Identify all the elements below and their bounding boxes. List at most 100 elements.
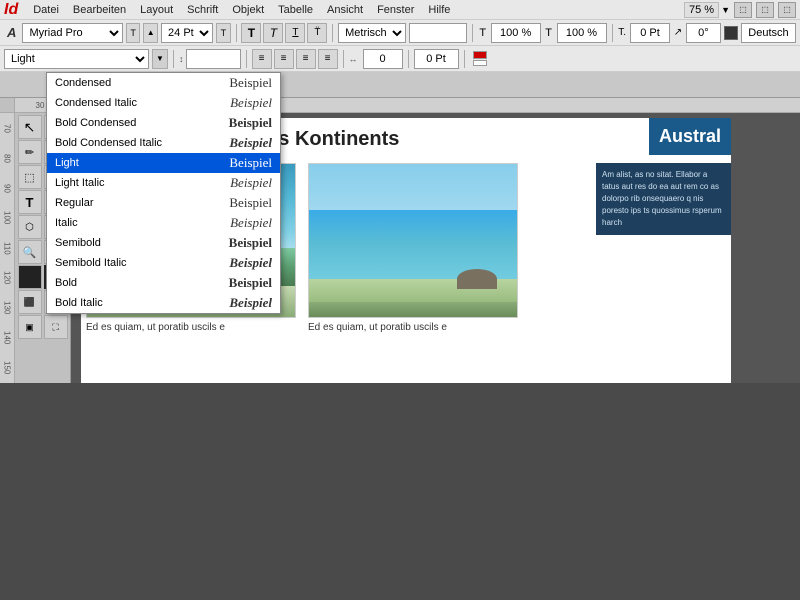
font-up-btn[interactable]: ▲ bbox=[143, 23, 158, 43]
text-style-group: T T T T̈ bbox=[241, 23, 327, 43]
spacing-group: ↔ bbox=[349, 49, 403, 69]
menu-layout[interactable]: Layout bbox=[133, 2, 180, 18]
font-item-condensed[interactable]: Condensed Beispiel bbox=[47, 73, 280, 93]
font-item-condensed-italic[interactable]: Condensed Italic Beispiel bbox=[47, 93, 280, 113]
ruler-v-tick-1: 70 bbox=[0, 113, 14, 143]
color-fill-btn[interactable] bbox=[470, 49, 490, 69]
sky-layer-2 bbox=[309, 164, 517, 210]
language-input[interactable] bbox=[741, 23, 796, 43]
tool-row-9: ▣ ⛶ bbox=[18, 315, 68, 339]
tracking-input[interactable] bbox=[363, 49, 403, 69]
align-center-btn[interactable]: ≡ bbox=[274, 49, 294, 69]
sep-row2-1 bbox=[173, 50, 174, 68]
spacing-icon: ↔ bbox=[349, 54, 361, 64]
angle-icon: ↗ bbox=[673, 23, 683, 43]
menu-hilfe[interactable]: Hilfe bbox=[421, 2, 457, 18]
separator-1 bbox=[236, 24, 237, 42]
menu-ansicht[interactable]: Ansicht bbox=[320, 2, 370, 18]
style-arrow-btn[interactable]: ▼ bbox=[152, 49, 168, 69]
size-row2-icon: ↕ bbox=[179, 54, 184, 64]
scale-t2-icon: T bbox=[544, 23, 554, 43]
menu-right-controls: 75 % ▼ ⬚ ⬚ ⬚ bbox=[684, 2, 796, 18]
ruler-v-tick-9: 150 bbox=[0, 353, 14, 383]
t-dot-icon: T. bbox=[617, 23, 627, 43]
tool-pen-btn[interactable]: ✏ bbox=[18, 140, 42, 164]
separator-4 bbox=[612, 24, 613, 42]
scale-percent2-input[interactable] bbox=[557, 23, 607, 43]
font-name-arrow[interactable]: T bbox=[126, 23, 141, 43]
tool-grad-btn[interactable]: ⬡ bbox=[18, 215, 42, 239]
font-item-italic[interactable]: Italic Beispiel bbox=[47, 213, 280, 233]
rock-shape bbox=[457, 269, 497, 289]
window-btn-2[interactable]: ⬚ bbox=[756, 2, 774, 18]
text-t2-btn[interactable]: T bbox=[263, 23, 283, 43]
tool-mode1-btn[interactable]: ⬛ bbox=[18, 290, 42, 314]
menu-tabelle[interactable]: Tabelle bbox=[271, 2, 320, 18]
separator-3 bbox=[472, 24, 473, 42]
text-block: Am alist, as no sitat. Ellabor a tatus a… bbox=[596, 163, 731, 235]
tool-zoom-btn[interactable]: 🔍 bbox=[18, 240, 42, 264]
zoom-arrow[interactable]: ▼ bbox=[721, 5, 730, 15]
size-value-input[interactable] bbox=[409, 23, 467, 43]
pt-value-input[interactable] bbox=[630, 23, 670, 43]
kerning-input[interactable] bbox=[414, 49, 459, 69]
color-swatch-btn[interactable] bbox=[724, 23, 738, 43]
zoom-control: 75 % ▼ bbox=[684, 2, 730, 18]
font-item-light[interactable]: Light Beispiel bbox=[47, 153, 280, 173]
align-right-btn[interactable]: ≡ bbox=[296, 49, 316, 69]
metric-select[interactable]: Metrisch bbox=[338, 23, 406, 43]
sea-layer-2 bbox=[309, 210, 517, 279]
menu-fenster[interactable]: Fenster bbox=[370, 2, 421, 18]
font-size-select[interactable]: 24 Pt bbox=[161, 23, 213, 43]
font-style-icon: A bbox=[4, 22, 19, 44]
land-layer-2 bbox=[309, 302, 517, 317]
menu-bearbeiten[interactable]: Bearbeiten bbox=[66, 2, 133, 18]
font-item-bold-condensed-italic[interactable]: Bold Condensed Italic Beispiel bbox=[47, 133, 280, 153]
app-logo: Id bbox=[4, 1, 18, 19]
tool-preview-btn[interactable]: ▣ bbox=[18, 315, 42, 339]
menu-schrift[interactable]: Schrift bbox=[180, 2, 225, 18]
window-btn-1[interactable]: ⬚ bbox=[734, 2, 752, 18]
caption-1: Ed es quiam, ut poratib uscils e bbox=[86, 322, 296, 333]
font-size-arrow[interactable]: T bbox=[216, 23, 231, 43]
font-style-dropdown[interactable]: Light bbox=[4, 49, 149, 69]
font-item-bold-condensed[interactable]: Bold Condensed Beispiel bbox=[47, 113, 280, 133]
ruler-v-tick-7: 130 bbox=[0, 293, 14, 323]
font-item-regular[interactable]: Regular Beispiel bbox=[47, 193, 280, 213]
separator-2 bbox=[332, 24, 333, 42]
font-item-semibold-italic[interactable]: Semibold Italic Beispiel bbox=[47, 253, 280, 273]
text-t3-btn[interactable]: T bbox=[285, 23, 305, 43]
angle-input[interactable] bbox=[686, 23, 721, 43]
font-item-bold-italic[interactable]: Bold Italic Beispiel bbox=[47, 293, 280, 313]
sep-row2-3 bbox=[343, 50, 344, 68]
font-item-semibold[interactable]: Semibold Beispiel bbox=[47, 233, 280, 253]
window-btn-3[interactable]: ⬚ bbox=[778, 2, 796, 18]
font-dropdown-panel: Condensed Beispiel Condensed Italic Beis… bbox=[46, 72, 281, 314]
image-box-2: Ed es quiam, ut poratib uscils e bbox=[308, 163, 518, 333]
kerning-group bbox=[414, 49, 459, 69]
zoom-value: 75 % bbox=[684, 2, 719, 18]
tool-fullscreen-btn[interactable]: ⛶ bbox=[44, 315, 68, 339]
scale-percent1-input[interactable] bbox=[491, 23, 541, 43]
font-item-bold[interactable]: Bold Beispiel bbox=[47, 273, 280, 293]
tool-fill-btn[interactable] bbox=[18, 265, 42, 289]
ruler-v-tick-4: 100 bbox=[0, 203, 14, 233]
font-name-select[interactable]: Myriad Pro bbox=[22, 23, 122, 43]
font-item-light-italic[interactable]: Light Italic Beispiel bbox=[47, 173, 280, 193]
menu-datei[interactable]: Datei bbox=[26, 2, 66, 18]
tool-select-btn[interactable]: ↖ bbox=[18, 115, 42, 139]
ruler-corner bbox=[0, 98, 15, 113]
toolbar-row1: A Myriad Pro T ▲ 24 Pt T T T T T̈ Metris… bbox=[0, 20, 800, 46]
size-row2-input[interactable] bbox=[186, 49, 241, 69]
scale-t-icon: T bbox=[478, 23, 488, 43]
align-justify-btn[interactable]: ≡ bbox=[318, 49, 338, 69]
align-left-btn[interactable]: ≡ bbox=[252, 49, 272, 69]
text-t1-btn[interactable]: T bbox=[241, 23, 261, 43]
australia-label: Austral bbox=[649, 118, 731, 155]
ruler-v-tick-5: 110 bbox=[0, 233, 14, 263]
tool-rect-btn[interactable]: ⬚ bbox=[18, 165, 42, 189]
menu-objekt[interactable]: Objekt bbox=[225, 2, 271, 18]
text-t4-btn[interactable]: T̈ bbox=[307, 23, 327, 43]
toolbar-row2: Light ▼ ↕ ≡ ≡ ≡ ≡ ↔ bbox=[0, 46, 800, 72]
tool-text-btn[interactable]: T bbox=[18, 190, 42, 214]
